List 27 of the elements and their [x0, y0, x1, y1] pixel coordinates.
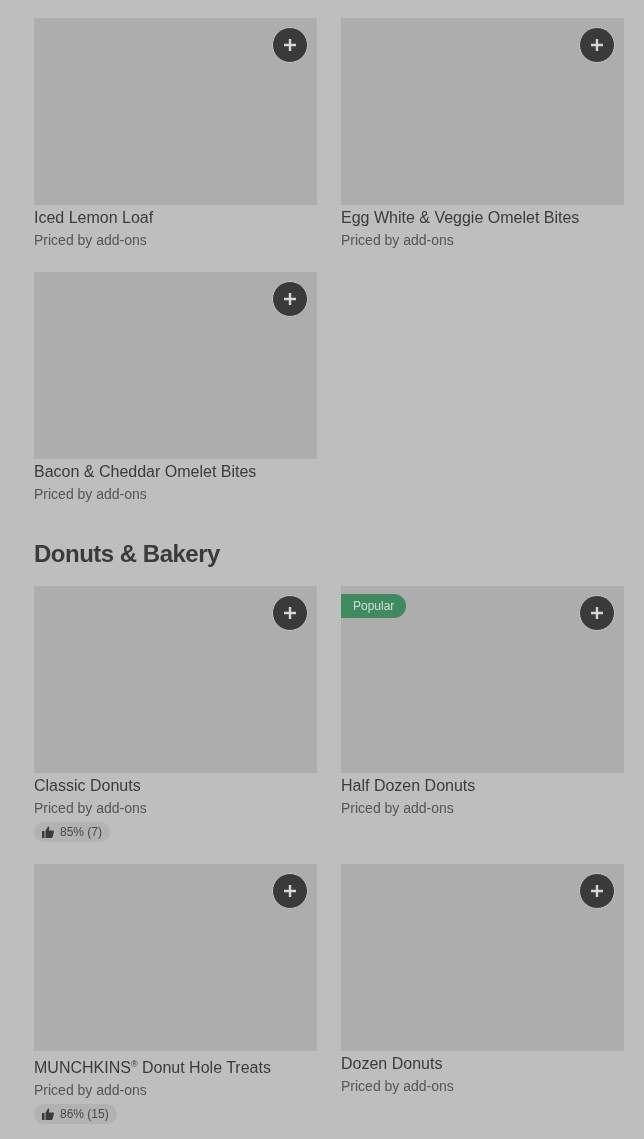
plus-icon [283, 38, 297, 52]
price-note: Priced by add-ons [34, 231, 147, 250]
plus-icon [590, 884, 604, 898]
plus-icon [283, 292, 297, 306]
thumbs-up-icon [42, 1108, 54, 1121]
plus-icon [283, 884, 297, 898]
item-name: Dozen Donuts [341, 1054, 443, 1074]
price-note: Priced by add-ons [34, 1081, 147, 1101]
item-name: Bacon & Cheddar Omelet Bites [34, 462, 257, 482]
item-name: Iced Lemon Loaf [34, 208, 154, 228]
item-name: Egg White & Veggie Omelet Bites [341, 208, 580, 228]
price-note: Priced by add-ons [341, 231, 454, 250]
rating-chip: 85% (7) [34, 822, 111, 842]
plus-icon [283, 606, 297, 620]
rating-chip: 86% (15) [34, 1104, 117, 1125]
plus-icon [590, 38, 604, 52]
price-note: Priced by add-ons [34, 799, 147, 818]
section-heading: Donuts & Bakery [34, 539, 221, 569]
plus-icon [590, 606, 604, 620]
popular-tag: Popular [341, 594, 407, 618]
item-name: Half Dozen Donuts [341, 776, 476, 796]
price-note: Priced by add-ons [341, 1077, 454, 1096]
item-name: MUNCHKINS$^{®}$ Donut Hole Treats [34, 1058, 271, 1079]
price-note: Priced by add-ons [34, 485, 147, 504]
thumbs-up-icon [42, 826, 54, 838]
item-name: Classic Donuts [34, 776, 141, 796]
price-note: Priced by add-ons [341, 799, 454, 818]
